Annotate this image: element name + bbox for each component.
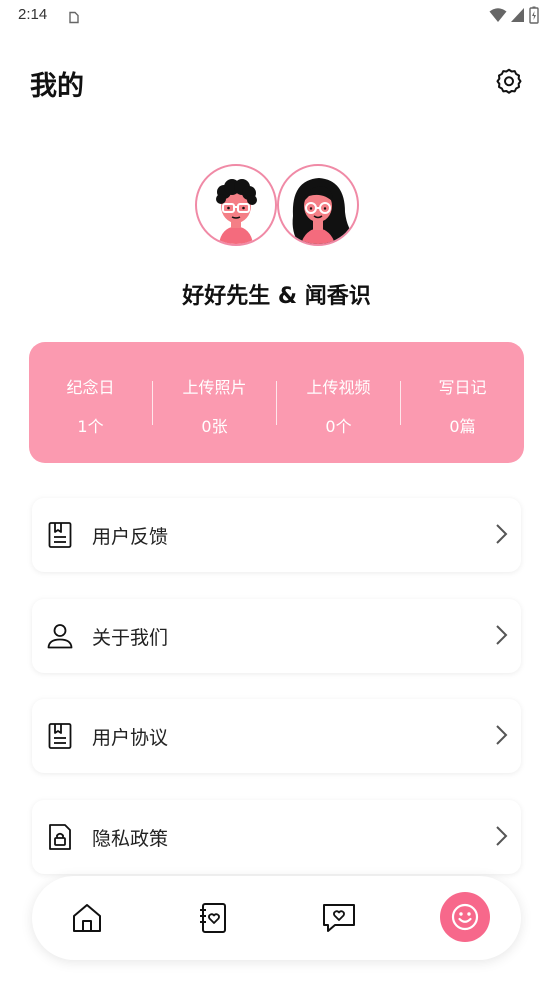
chevron-right-icon — [496, 625, 508, 645]
status-time: 2:14 — [18, 6, 48, 23]
status-bar: 2:14 — [0, 0, 553, 32]
stat-label: 上传照片 — [182, 378, 247, 397]
menu-item-feedback[interactable]: 用户反馈 — [32, 498, 521, 572]
stat-label: 写日记 — [438, 378, 487, 397]
stat-videos[interactable]: 上传视频 0个 — [277, 342, 400, 463]
chevron-right-icon — [496, 524, 508, 544]
menu-label: 用户反馈 — [92, 526, 169, 548]
stat-diaries[interactable]: 写日记 0篇 — [401, 342, 524, 463]
home-icon — [73, 904, 101, 932]
gear-icon — [496, 68, 522, 94]
stat-anniversary[interactable]: 纪念日 1个 — [29, 342, 152, 463]
nav-message[interactable] — [317, 896, 361, 940]
privacy-icon — [49, 824, 71, 850]
settings-button[interactable] — [493, 66, 525, 98]
stats-card: 纪念日 1个 上传照片 0张 上传视频 0个 写日记 0篇 — [29, 342, 524, 463]
menu-item-agreement[interactable]: 用户协议 — [32, 699, 521, 773]
stat-value: 1个 — [77, 417, 104, 436]
stat-photos[interactable]: 上传照片 0张 — [153, 342, 276, 463]
wifi-icon — [489, 7, 507, 27]
bottom-nav — [32, 876, 521, 960]
stat-label: 上传视频 — [306, 378, 371, 397]
battery-icon — [529, 6, 539, 28]
stat-value: 0张 — [201, 417, 228, 436]
page-title: 我的 — [30, 71, 84, 102]
stat-value: 0个 — [325, 417, 352, 436]
chevron-right-icon — [496, 725, 508, 745]
menu-label: 关于我们 — [92, 627, 169, 649]
avatar-female[interactable] — [277, 164, 359, 246]
menu-item-about[interactable]: 关于我们 — [32, 599, 521, 673]
agreement-icon — [48, 723, 72, 749]
feedback-icon — [48, 522, 72, 548]
menu-item-privacy[interactable]: 隐私政策 — [32, 800, 521, 874]
stat-label: 纪念日 — [66, 378, 115, 397]
status-icons — [489, 6, 539, 28]
avatar-male[interactable] — [195, 164, 277, 246]
menu-label: 隐私政策 — [92, 828, 169, 850]
stat-value: 0篇 — [449, 417, 476, 436]
diary-icon — [200, 903, 226, 933]
signal-icon — [511, 7, 525, 27]
message-heart-icon — [323, 904, 355, 932]
smiley-icon — [451, 903, 479, 931]
chevron-right-icon — [496, 826, 508, 846]
nav-mine[interactable] — [440, 892, 490, 942]
user-icon — [47, 624, 73, 649]
menu-label: 用户协议 — [92, 727, 169, 749]
couple-name: 好好先生 & 闻香识 — [182, 284, 371, 309]
nav-home[interactable] — [65, 896, 109, 940]
couple-avatars — [195, 164, 359, 246]
sd-card-icon — [67, 9, 80, 28]
nav-diary[interactable] — [191, 896, 235, 940]
